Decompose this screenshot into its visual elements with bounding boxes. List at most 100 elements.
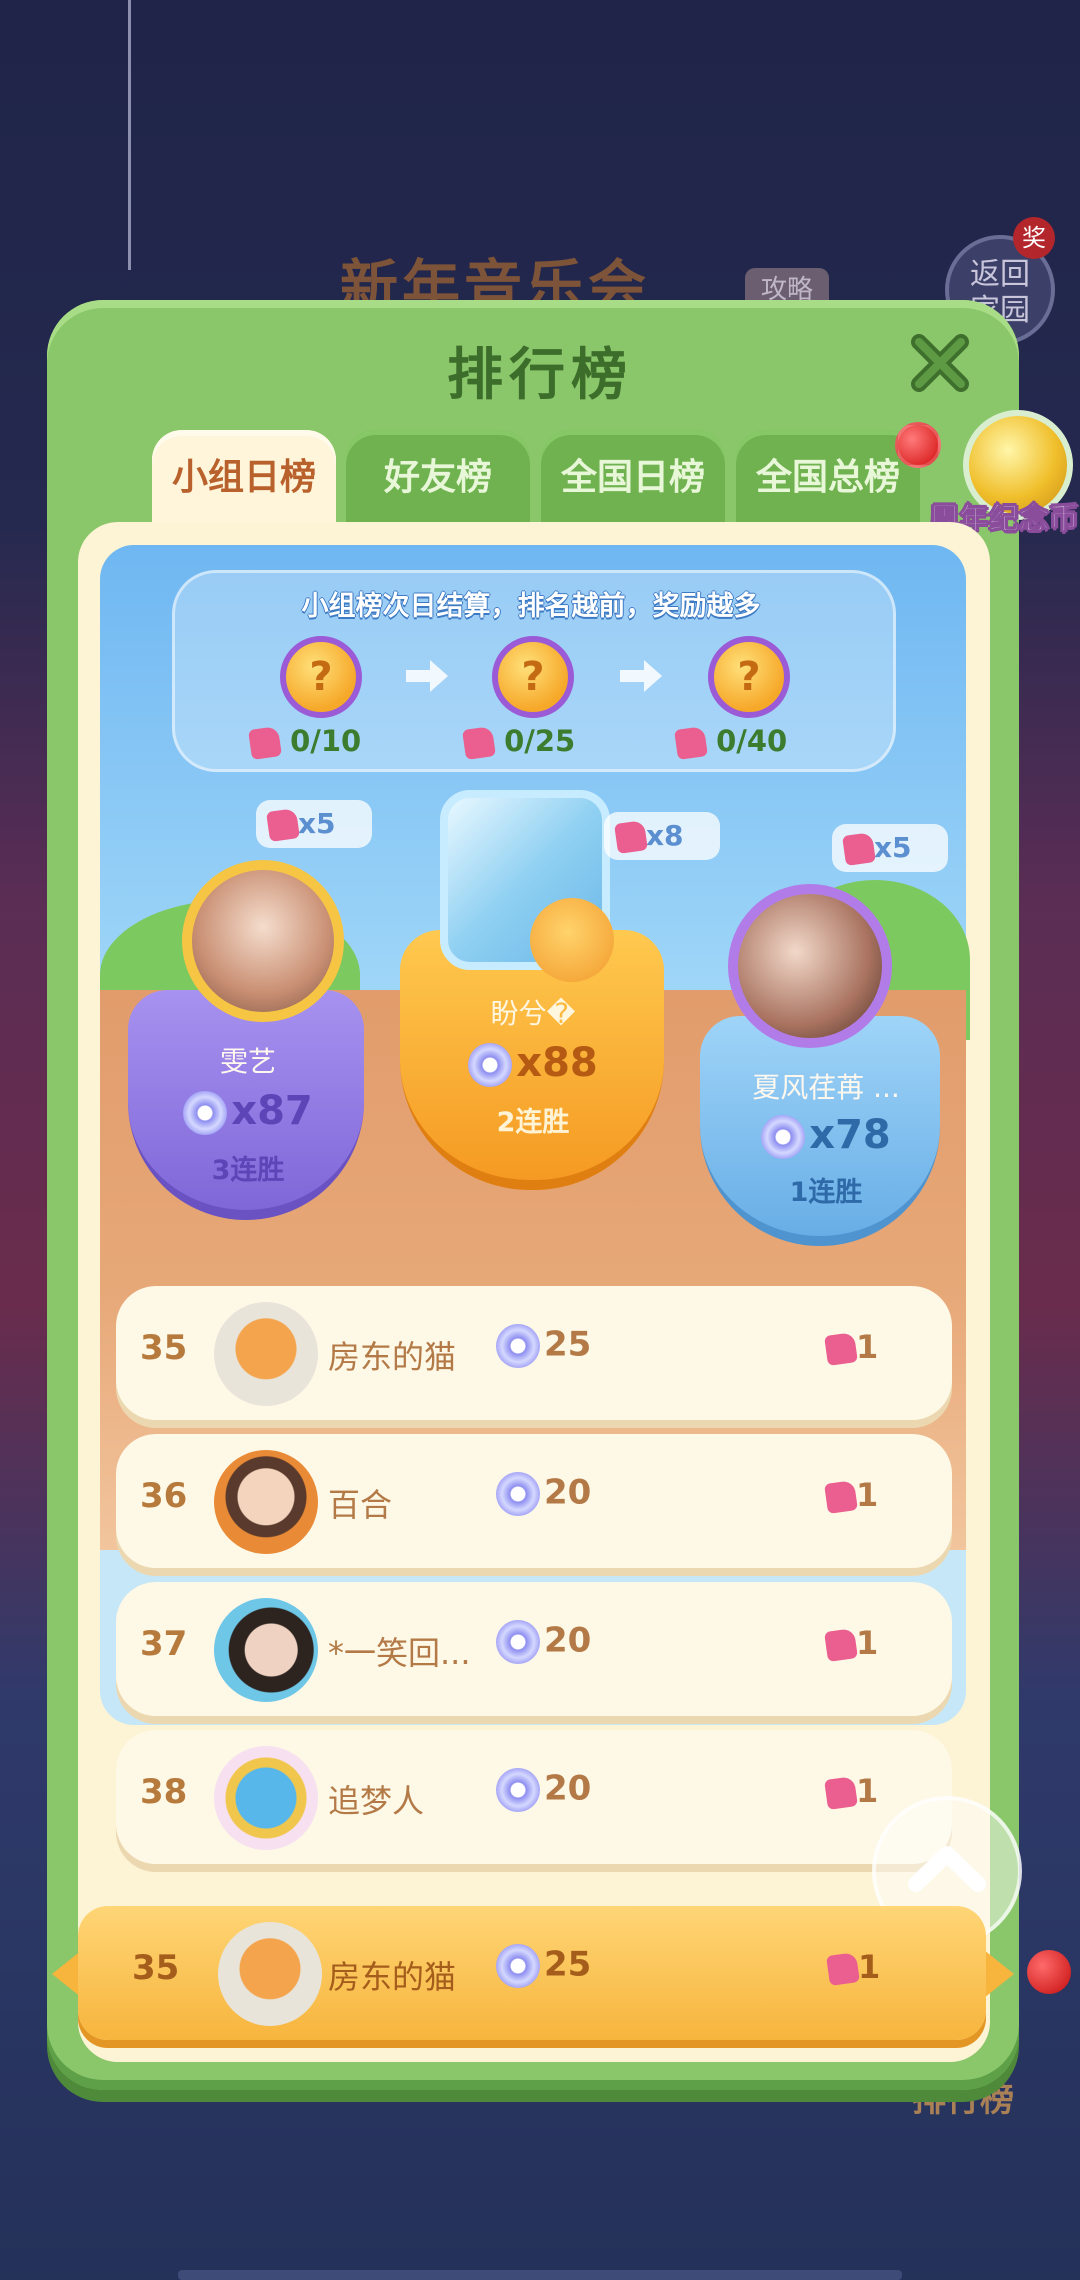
score-value: x87 bbox=[231, 1088, 313, 1134]
avatar[interactable] bbox=[728, 884, 892, 1048]
score-value: 20 bbox=[544, 1620, 592, 1661]
chest-icon[interactable]: ? bbox=[492, 636, 574, 718]
progress-text: 0/40 bbox=[716, 724, 788, 758]
close-button[interactable] bbox=[905, 328, 975, 398]
player-name: 房东的猫 bbox=[328, 1958, 457, 1996]
music-disc-icon bbox=[183, 1091, 228, 1135]
reward-tier-progress: 0/25 bbox=[462, 724, 576, 760]
arrow-right-icon bbox=[406, 660, 448, 692]
score-value: 20 bbox=[544, 1768, 592, 1809]
podium-name: 雯艺 bbox=[219, 1045, 276, 1078]
podium-score: x78 bbox=[716, 1112, 936, 1159]
puzzle-count: 1 bbox=[824, 1772, 879, 1810]
chest-icon[interactable]: ? bbox=[708, 636, 790, 718]
podium-name: 夏风荏苒 ... bbox=[752, 1071, 900, 1104]
hanging-string bbox=[128, 0, 131, 270]
player-name: *一笑回... bbox=[328, 1634, 471, 1672]
avatar[interactable] bbox=[214, 1302, 318, 1406]
close-icon bbox=[911, 334, 969, 392]
arrow-right-icon bbox=[620, 660, 662, 692]
puzzle-piece-icon bbox=[824, 1332, 858, 1366]
reward-bubble: x8 bbox=[604, 812, 720, 860]
avatar bbox=[530, 898, 614, 982]
puzzle-piece-icon bbox=[266, 808, 300, 842]
player-name: 追梦人 bbox=[328, 1782, 425, 1820]
list-item[interactable]: 36 百合 20 1 bbox=[116, 1434, 952, 1568]
score: 25 bbox=[496, 1324, 591, 1368]
podium-score: x88 bbox=[420, 1040, 646, 1087]
reward-tier-progress: 0/10 bbox=[248, 724, 362, 760]
prize-badge: 奖 bbox=[1013, 217, 1055, 259]
puzzle-piece-icon bbox=[842, 832, 876, 866]
music-disc-icon bbox=[496, 1768, 540, 1812]
avatar[interactable] bbox=[182, 860, 344, 1022]
score-value: x78 bbox=[809, 1112, 891, 1158]
list-item[interactable]: 37 *一笑回... 20 1 bbox=[116, 1582, 952, 1716]
music-disc-icon bbox=[496, 1324, 540, 1368]
tab-group-daily[interactable]: 小组日榜 bbox=[152, 430, 336, 522]
pieces-value: 1 bbox=[856, 1476, 879, 1514]
score-value: 20 bbox=[544, 1472, 592, 1513]
podium-streak: 1连胜 bbox=[789, 1177, 863, 1208]
avatar[interactable] bbox=[214, 1450, 318, 1554]
puzzle-piece-icon bbox=[674, 726, 708, 760]
puzzle-piece-icon bbox=[824, 1776, 858, 1810]
puzzle-piece-icon bbox=[824, 1480, 858, 1514]
rank-number: 35 bbox=[132, 1948, 180, 1988]
score-value: x88 bbox=[516, 1040, 598, 1086]
puzzle-piece-icon bbox=[824, 1628, 858, 1662]
puzzle-count: 1 bbox=[824, 1624, 879, 1662]
rank-number: 35 bbox=[140, 1328, 188, 1368]
list-item[interactable]: 35 房东的猫 25 1 bbox=[116, 1286, 952, 1420]
score: 20 bbox=[496, 1472, 591, 1516]
player-name: 房东的猫 bbox=[328, 1338, 457, 1376]
tab-friends[interactable]: 好友榜 bbox=[346, 430, 530, 522]
podium-score: x87 bbox=[150, 1088, 346, 1135]
rank-number: 36 bbox=[140, 1476, 188, 1516]
podium-streak: 3连胜 bbox=[211, 1155, 285, 1186]
self-rank-row[interactable]: 35 房东的猫 25 1 bbox=[78, 1906, 986, 2040]
score: 20 bbox=[496, 1768, 591, 1812]
reward-count: x5 bbox=[298, 807, 336, 840]
pieces-value: 1 bbox=[856, 1624, 879, 1662]
pieces-value: 1 bbox=[856, 1772, 879, 1810]
notification-dot bbox=[1027, 1950, 1071, 1994]
puzzle-count: 1 bbox=[824, 1476, 879, 1514]
avatar[interactable] bbox=[214, 1598, 318, 1702]
rank-number: 37 bbox=[140, 1624, 188, 1664]
reward-count: x8 bbox=[646, 819, 684, 852]
score-value: 25 bbox=[544, 1324, 592, 1365]
reward-bubble: x5 bbox=[832, 824, 948, 872]
music-disc-icon bbox=[761, 1115, 806, 1159]
avatar[interactable] bbox=[218, 1922, 322, 2026]
tab-notification-dot bbox=[895, 422, 941, 468]
bottom-bar bbox=[178, 2270, 902, 2280]
podium-streak: 2连胜 bbox=[496, 1107, 570, 1138]
reward-bubble: x5 bbox=[256, 800, 372, 848]
rank-number: 38 bbox=[140, 1772, 188, 1812]
music-disc-icon bbox=[468, 1043, 513, 1087]
list-item[interactable]: 38 追梦人 20 1 bbox=[116, 1730, 952, 1864]
tab-national-total[interactable]: 全国总榜 bbox=[736, 430, 920, 522]
music-disc-icon bbox=[496, 1944, 540, 1988]
avatar[interactable] bbox=[214, 1746, 318, 1850]
chest-icon[interactable]: ? bbox=[280, 636, 362, 718]
pieces-value: 1 bbox=[858, 1948, 881, 1986]
music-disc-icon bbox=[496, 1620, 540, 1664]
progress-text: 0/10 bbox=[290, 724, 362, 758]
reward-count: x5 bbox=[874, 831, 912, 864]
puzzle-piece-icon bbox=[826, 1952, 860, 1986]
reward-tier-progress: 0/40 bbox=[674, 724, 788, 760]
score-value: 25 bbox=[544, 1944, 592, 1985]
puzzle-count: 1 bbox=[824, 1328, 878, 1366]
podium-name: 盼兮� bbox=[490, 997, 576, 1030]
puzzle-piece-icon bbox=[248, 726, 282, 760]
score: 25 bbox=[496, 1944, 591, 1988]
progress-text: 0/25 bbox=[504, 724, 576, 758]
puzzle-piece-icon bbox=[462, 726, 496, 760]
score: 20 bbox=[496, 1620, 591, 1664]
puzzle-count: 1 bbox=[826, 1948, 881, 1986]
player-name: 百合 bbox=[328, 1486, 393, 1524]
tab-national-daily[interactable]: 全国日榜 bbox=[541, 430, 725, 522]
reward-info-title: 小组榜次日结算，排名越前，奖励越多 bbox=[301, 591, 761, 622]
